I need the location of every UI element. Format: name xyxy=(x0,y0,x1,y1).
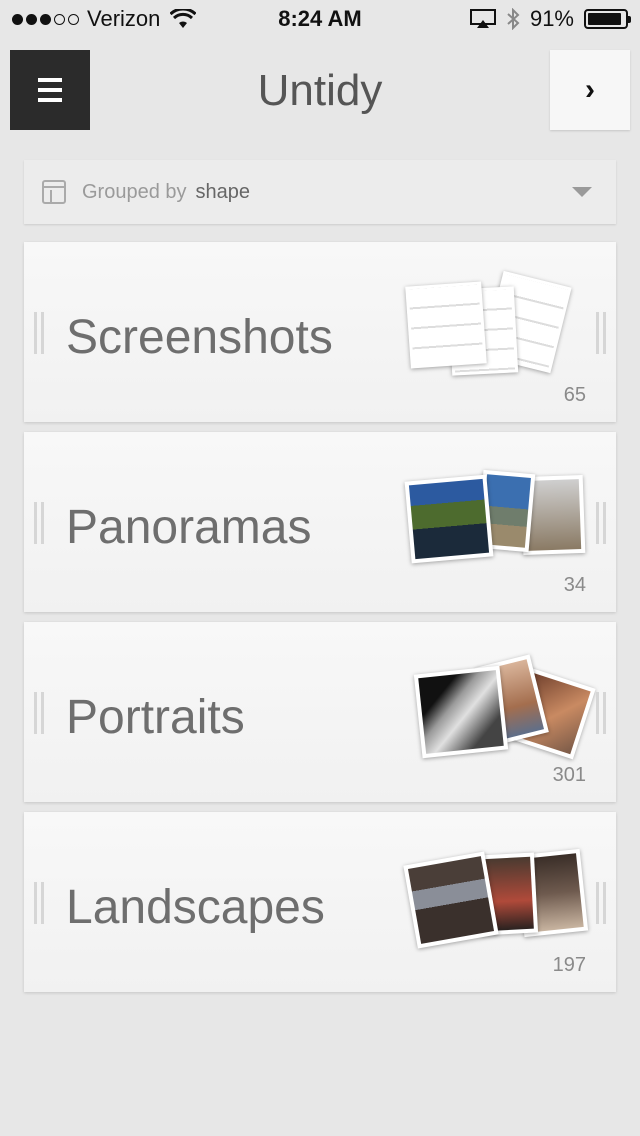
battery-percent: 91% xyxy=(529,6,574,31)
group-label: Screenshots xyxy=(66,311,333,364)
drag-handle-icon[interactable] xyxy=(34,882,44,924)
group-by-label: Grouped by xyxy=(82,180,187,203)
photo-count: 34 xyxy=(563,574,586,596)
page-title: Untidy xyxy=(257,66,383,115)
photo-count: 65 xyxy=(563,384,586,406)
next-button[interactable]: › xyxy=(550,50,630,130)
battery-icon xyxy=(584,9,631,29)
dropdown-caret-icon xyxy=(572,187,592,197)
thumbnail xyxy=(413,665,509,759)
group-by-dropdown[interactable]: Grouped by shape xyxy=(24,160,616,224)
chevron-right-icon: › xyxy=(585,73,595,106)
thumbnail xyxy=(405,281,487,369)
drag-handle-icon[interactable] xyxy=(596,502,606,544)
calendar-icon xyxy=(42,180,66,204)
thumbnail xyxy=(403,851,499,949)
thumbnail-stack xyxy=(402,840,589,950)
group-card-landscapes[interactable]: Landscapes 197 xyxy=(24,812,616,992)
thumbnail-stack xyxy=(402,460,586,570)
drag-handle-icon[interactable] xyxy=(34,312,44,354)
group-label: Landscapes xyxy=(66,881,325,934)
bluetooth-icon xyxy=(507,8,520,30)
photo-count: 301 xyxy=(552,764,586,786)
status-right: 91% xyxy=(469,6,631,32)
drag-handle-icon[interactable] xyxy=(596,882,606,924)
thumbnail-stack xyxy=(402,650,596,760)
photo-count: 197 xyxy=(552,954,586,976)
drag-handle-icon[interactable] xyxy=(596,312,606,354)
drag-handle-icon[interactable] xyxy=(34,692,44,734)
airplay-icon xyxy=(469,9,496,28)
group-card-screenshots[interactable]: Screenshots 65 xyxy=(24,242,616,422)
group-label: Portraits xyxy=(66,691,245,744)
drag-handle-icon[interactable] xyxy=(596,692,606,734)
group-by-value: shape xyxy=(195,180,251,203)
thumbnail xyxy=(404,474,494,564)
thumbnail-stack xyxy=(402,270,582,380)
group-label: Panoramas xyxy=(66,501,312,554)
status-bar: Verizon 8:24 AM 91% xyxy=(0,0,640,40)
group-card-panoramas[interactable]: Panoramas 34 xyxy=(24,432,616,612)
drag-handle-icon[interactable] xyxy=(34,502,44,544)
group-card-portraits[interactable]: Portraits 301 xyxy=(24,622,616,802)
